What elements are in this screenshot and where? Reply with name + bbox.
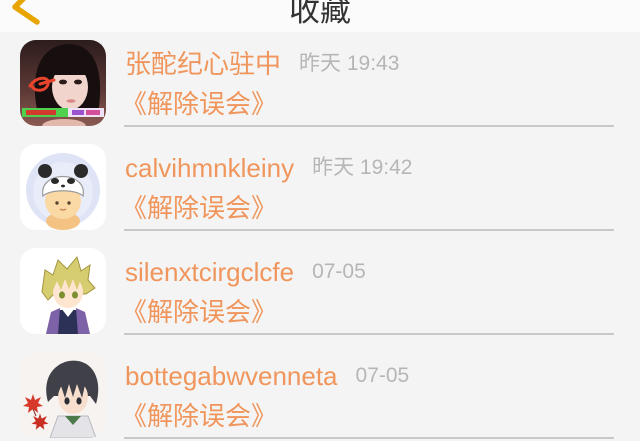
favorites-list: 张酡纪心驻中 昨天 19:43 《解除误会》 calvihmnkleiny 昨天… <box>0 32 640 441</box>
user-name: 张酡纪心驻中 <box>125 49 282 79</box>
hat-right-eye-patch <box>67 178 75 184</box>
back-button[interactable] <box>0 0 56 32</box>
favorite-title: 《解除误会》 <box>121 401 278 431</box>
user-name: silenxtcirgclcfe <box>125 257 295 287</box>
blonde-anime-boy-avatar <box>20 248 106 334</box>
divider <box>124 437 614 439</box>
timestamp: 07-05 <box>355 364 410 387</box>
hat-left-eye-patch <box>51 178 59 184</box>
name-row: calvihmnkleiny 昨天 19:42 <box>125 152 412 184</box>
divider <box>124 333 614 335</box>
divider <box>124 125 614 127</box>
left-eye <box>59 291 65 299</box>
chevron-stroke <box>12 0 40 25</box>
list-item[interactable]: silenxtcirgclcfe 07-05 《解除误会》 <box>0 240 640 344</box>
right-eye <box>76 397 82 405</box>
left-ear <box>38 164 52 178</box>
panda-hat-kid-avatar <box>20 144 106 230</box>
list-item[interactable]: bottegabwvenneta 07-05 《解除误会》 <box>0 344 640 441</box>
list-item[interactable]: 张酡纪心驻中 昨天 19:43 《解除误会》 <box>0 32 640 136</box>
lips <box>66 99 76 103</box>
top-bar: 收藏 <box>0 0 640 32</box>
avatar[interactable] <box>20 40 106 126</box>
timestamp: 07-05 <box>312 260 366 283</box>
red-caption-mark <box>26 110 56 115</box>
right-eye <box>72 291 78 299</box>
right-eye <box>67 201 71 205</box>
right-eye <box>74 79 82 85</box>
purple-caption-mark <box>72 110 84 115</box>
favorite-title: 《解除误会》 <box>121 89 278 119</box>
chevron-left-icon <box>12 0 40 25</box>
timestamp: 昨天 19:42 <box>312 156 413 179</box>
name-row: silenxtcirgclcfe 07-05 <box>125 256 366 288</box>
favorite-title: 《解除误会》 <box>121 193 278 223</box>
avatar[interactable] <box>20 248 106 334</box>
user-name: calvihmnkleiny <box>125 153 295 183</box>
list-item[interactable]: calvihmnkleiny 昨天 19:42 《解除误会》 <box>0 136 640 240</box>
hat-nose <box>61 184 65 188</box>
divider <box>124 229 614 231</box>
name-row: bottegabwvenneta 07-05 <box>125 360 409 392</box>
magenta-caption-mark <box>86 110 100 115</box>
left-eye <box>64 397 70 405</box>
favorite-title: 《解除误会》 <box>121 297 278 327</box>
name-row: 张酡纪心驻中 昨天 19:43 <box>125 48 399 80</box>
left-eye <box>59 79 67 85</box>
timestamp: 昨天 19:43 <box>299 52 400 75</box>
right-ear <box>74 164 88 178</box>
user-name: bottegabwvenneta <box>125 361 338 391</box>
avatar[interactable] <box>20 144 106 230</box>
dark-haired-anime-boy-avatar <box>20 352 106 438</box>
girl-photo-avatar <box>20 40 106 126</box>
left-eye <box>55 201 59 205</box>
page-title: 收藏 <box>289 0 351 28</box>
avatar[interactable] <box>20 352 106 438</box>
